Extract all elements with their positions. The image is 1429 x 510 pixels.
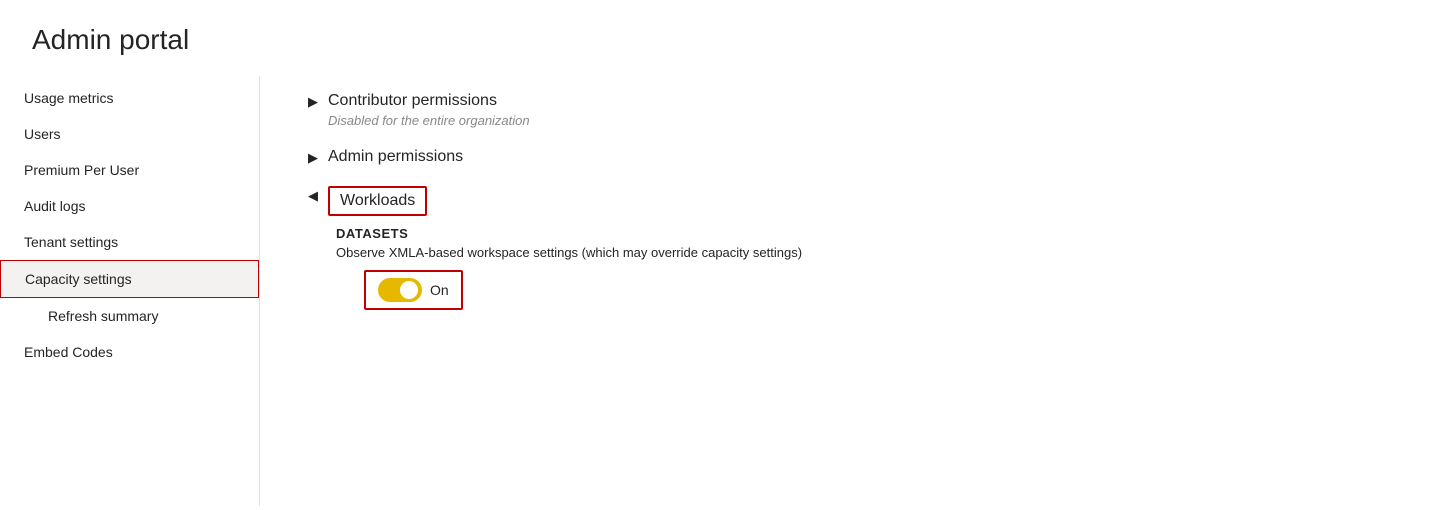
datasets-label: DATASETS: [336, 226, 1381, 241]
workloads-expand-icon[interactable]: ◀: [308, 188, 318, 204]
sidebar-item-refresh-summary[interactable]: Refresh summary: [0, 298, 259, 334]
sidebar-item-users[interactable]: Users: [0, 116, 259, 152]
contributor-permissions-title: Contributor permissions: [328, 92, 530, 110]
sidebar: Usage metrics Users Premium Per User Aud…: [0, 76, 260, 506]
toggle-thumb: [400, 281, 418, 299]
admin-permissions-title: Admin permissions: [328, 148, 463, 166]
workloads-box: Workloads: [328, 186, 427, 216]
workloads-section: ◀ Workloads DATASETS Observe XMLA-based …: [308, 186, 1381, 310]
sidebar-item-audit-logs[interactable]: Audit logs: [0, 188, 259, 224]
toggle-switch[interactable]: [378, 278, 422, 302]
page-title: Admin portal: [0, 0, 1429, 76]
datasets-description: Observe XMLA-based workspace settings (w…: [336, 245, 1381, 260]
workloads-title: Workloads: [340, 192, 415, 210]
admin-permissions-section: ▶ Admin permissions: [308, 148, 1381, 166]
main-content: ▶ Contributor permissions Disabled for t…: [260, 76, 1429, 506]
contributor-permissions-subtitle: Disabled for the entire organization: [328, 113, 530, 128]
toggle-label: On: [430, 282, 449, 298]
toggle-track: [378, 278, 422, 302]
sidebar-item-embed-codes[interactable]: Embed Codes: [0, 334, 259, 370]
contributor-permissions-expand-icon[interactable]: ▶: [308, 94, 318, 110]
admin-permissions-expand-icon[interactable]: ▶: [308, 150, 318, 166]
sidebar-item-capacity-settings[interactable]: Capacity settings: [0, 260, 259, 298]
contributor-permissions-section: ▶ Contributor permissions Disabled for t…: [308, 92, 1381, 128]
sidebar-item-premium-per-user[interactable]: Premium Per User: [0, 152, 259, 188]
sidebar-item-tenant-settings[interactable]: Tenant settings: [0, 224, 259, 260]
sidebar-item-usage-metrics[interactable]: Usage metrics: [0, 80, 259, 116]
toggle-row[interactable]: On: [364, 270, 463, 310]
